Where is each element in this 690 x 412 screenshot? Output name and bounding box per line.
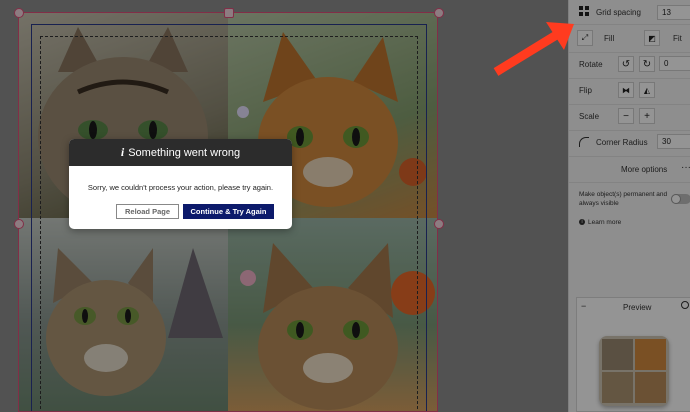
error-dialog-message: Sorry, we couldn't process your action, …	[87, 183, 274, 192]
error-dialog-header: i Something went wrong	[69, 139, 292, 166]
info-icon: i	[120, 145, 125, 159]
error-dialog: i Something went wrong Sorry, we couldn'…	[69, 139, 292, 229]
error-dialog-title: Something went wrong	[128, 146, 241, 159]
continue-try-again-button[interactable]: Continue & Try Again	[183, 204, 274, 219]
annotation-arrow-icon	[493, 22, 574, 76]
reload-page-button[interactable]: Reload Page	[116, 204, 179, 219]
